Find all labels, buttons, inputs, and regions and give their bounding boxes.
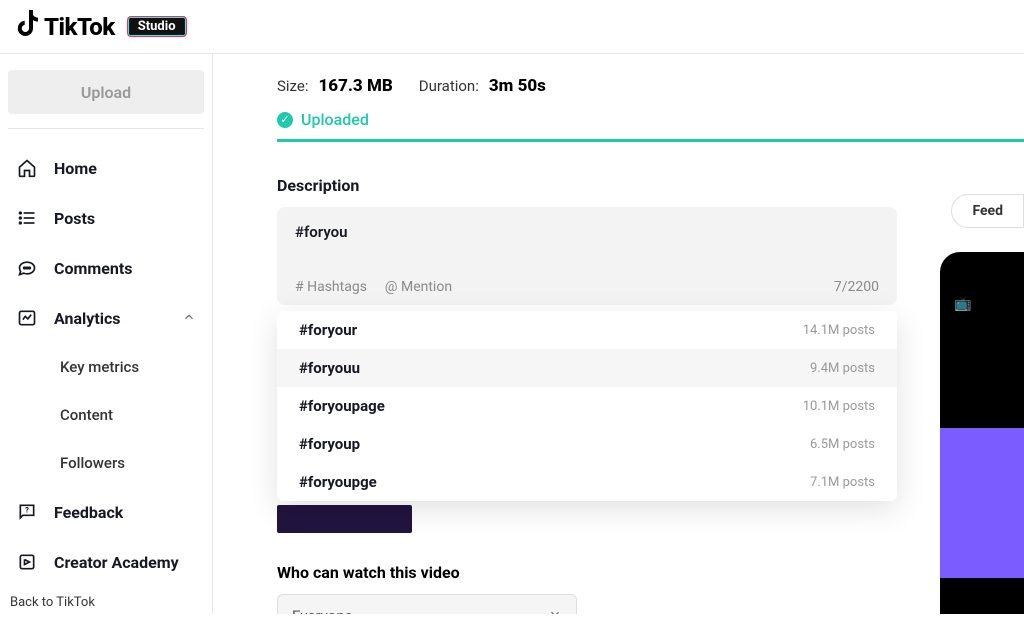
svg-text:?: ? bbox=[25, 505, 29, 514]
tiktok-logo[interactable]: TikTok Studio bbox=[14, 9, 187, 44]
description-title: Description bbox=[277, 176, 1024, 195]
nav-label: Posts bbox=[54, 209, 95, 228]
top-bar: TikTok Studio bbox=[0, 0, 1024, 54]
visibility-value: Everyone bbox=[292, 607, 352, 614]
analytics-icon bbox=[16, 307, 38, 329]
size-value: 167.3 MB bbox=[318, 76, 392, 96]
main-content: Size: 167.3 MB Duration: 3m 50s ✓ Upload… bbox=[213, 54, 1024, 614]
phone-preview: 📺 bbox=[940, 252, 1024, 614]
upload-status: ✓ Uploaded bbox=[277, 110, 1024, 129]
feedback-icon: ? bbox=[16, 501, 38, 523]
home-icon bbox=[16, 157, 38, 179]
suggestion-item[interactable]: #foryouu 9.4M posts bbox=[277, 349, 897, 387]
nav-feedback[interactable]: ? Feedback bbox=[8, 487, 204, 537]
description-text: #foryou bbox=[295, 223, 879, 271]
back-to-tiktok-link[interactable]: Back to TikTok bbox=[0, 587, 212, 620]
duration-label: Duration: bbox=[419, 77, 479, 95]
nav-comments[interactable]: Comments bbox=[8, 243, 204, 293]
note-icon bbox=[14, 9, 40, 44]
feed-tab[interactable]: Feed bbox=[951, 194, 1024, 228]
nav-analytics[interactable]: Analytics bbox=[8, 293, 204, 343]
studio-badge: Studio bbox=[127, 16, 187, 37]
visibility-title: Who can watch this video bbox=[277, 563, 1024, 582]
check-icon: ✓ bbox=[277, 112, 293, 128]
suggestion-item[interactable]: #foryour 14.1M posts bbox=[277, 311, 897, 349]
hashtag-suggestions: #foryour 14.1M posts #foryouu 9.4M posts… bbox=[277, 311, 897, 501]
nav-creator-academy[interactable]: Creator Academy bbox=[8, 537, 204, 587]
sidebar: Upload Home Posts Comments Analytics Key… bbox=[0, 54, 213, 614]
nav-posts[interactable]: Posts bbox=[8, 193, 204, 243]
file-meta: Size: 167.3 MB Duration: 3m 50s bbox=[277, 76, 1024, 96]
academy-icon bbox=[16, 551, 38, 573]
brand-text: TikTok bbox=[44, 13, 115, 41]
nav-label: Feedback bbox=[54, 503, 123, 522]
hashtags-button[interactable]: # Hashtags bbox=[295, 279, 367, 295]
list-icon bbox=[16, 207, 38, 229]
nav-label: Creator Academy bbox=[54, 553, 179, 572]
nav-content[interactable]: Content bbox=[8, 391, 204, 439]
mention-button[interactable]: @ Mention bbox=[385, 279, 452, 295]
duration-value: 3m 50s bbox=[489, 76, 546, 96]
suggestion-item[interactable]: #foryoupge 7.1M posts bbox=[277, 463, 897, 501]
live-icon: 📺 bbox=[954, 296, 971, 312]
description-input[interactable]: #foryou # Hashtags @ Mention 7/2200 bbox=[277, 207, 897, 305]
char-counter: 7/2200 bbox=[834, 279, 879, 295]
size-label: Size: bbox=[277, 77, 308, 95]
comment-icon bbox=[16, 257, 38, 279]
upload-button[interactable]: Upload bbox=[8, 70, 204, 114]
nav-home[interactable]: Home bbox=[8, 143, 204, 193]
nav-key-metrics[interactable]: Key metrics bbox=[8, 343, 204, 391]
suggestion-item[interactable]: #foryoupage 10.1M posts bbox=[277, 387, 897, 425]
cover-thumbnail[interactable] bbox=[277, 505, 412, 533]
preview-thumbnail bbox=[940, 428, 1024, 578]
suggestion-item[interactable]: #foryoup 6.5M posts bbox=[277, 425, 897, 463]
chevron-up-icon bbox=[182, 309, 196, 328]
nav-label: Comments bbox=[54, 259, 132, 278]
chevron-down-icon bbox=[548, 607, 562, 614]
nav-followers[interactable]: Followers bbox=[8, 439, 204, 487]
visibility-select[interactable]: Everyone bbox=[277, 594, 577, 614]
upload-status-text: Uploaded bbox=[301, 110, 369, 129]
upload-progress-bar bbox=[277, 139, 1024, 142]
nav-label: Home bbox=[54, 159, 97, 178]
nav-label: Analytics bbox=[54, 309, 121, 328]
